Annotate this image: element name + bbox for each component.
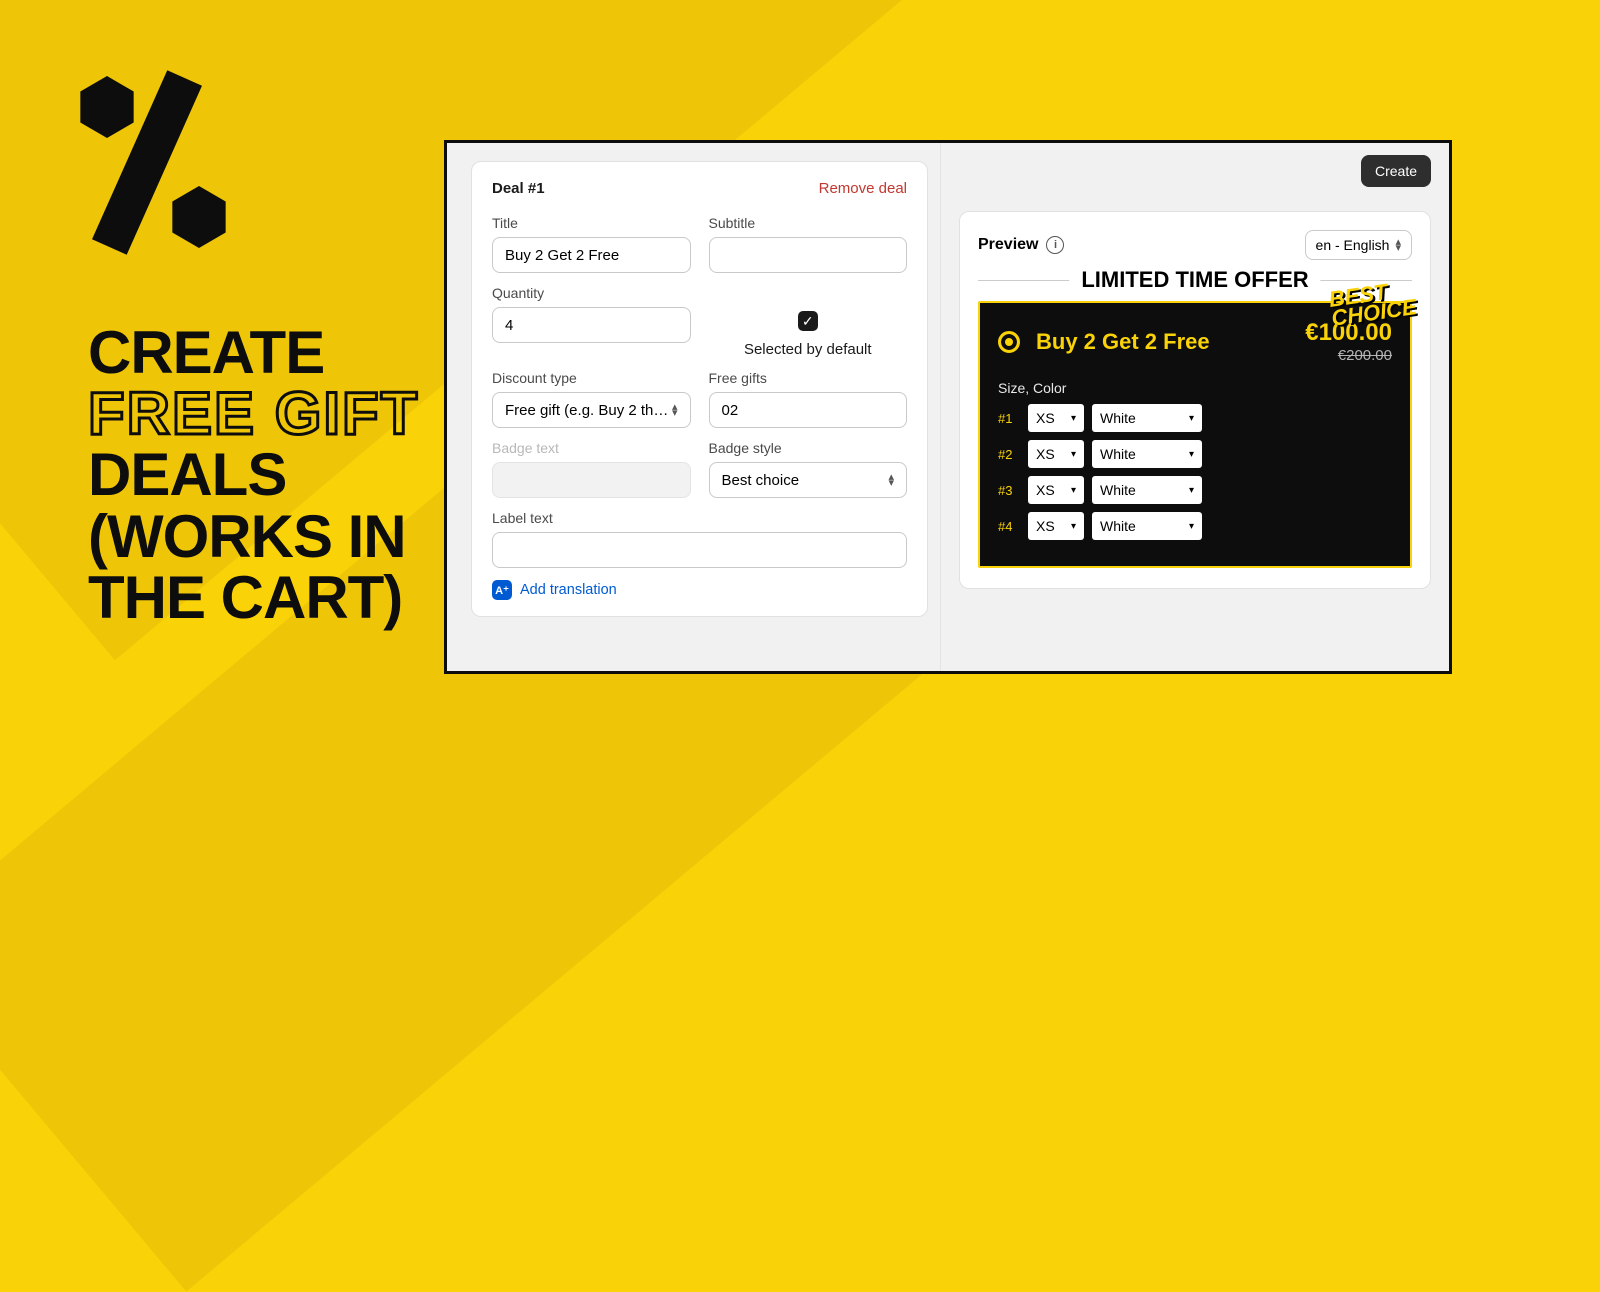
deal-old-price: €200.00 xyxy=(1305,347,1392,364)
updown-icon: ▴▾ xyxy=(888,474,894,486)
caret-down-icon: ▾ xyxy=(1071,485,1076,496)
caret-down-icon: ▾ xyxy=(1189,449,1194,460)
size-select[interactable]: XS▾ xyxy=(1028,440,1084,468)
deal-form-panel: Deal #1 Remove deal Title Subtitle Quant… xyxy=(447,143,941,671)
size-select[interactable]: XS▾ xyxy=(1028,404,1084,432)
variant-row: #3 XS▾ White▾ xyxy=(998,476,1392,504)
add-translation-link[interactable]: A⁺ Add translation xyxy=(492,580,907,600)
label-text-label: Label text xyxy=(492,510,907,526)
subtitle-label: Subtitle xyxy=(709,215,908,231)
variant-number: #2 xyxy=(998,447,1020,462)
caret-down-icon: ▾ xyxy=(1189,521,1194,532)
badge-style-select[interactable]: Best choice ▴▾ xyxy=(709,462,908,498)
selected-default-label: Selected by default xyxy=(744,341,872,358)
color-select[interactable]: White▾ xyxy=(1092,404,1202,432)
color-select[interactable]: White▾ xyxy=(1092,476,1202,504)
deal-card: Deal #1 Remove deal Title Subtitle Quant… xyxy=(471,161,928,617)
free-gifts-label: Free gifts xyxy=(709,370,908,386)
deal-radio[interactable] xyxy=(998,331,1020,353)
variant-row: #1 XS▾ White▾ xyxy=(998,404,1392,432)
percent-logo xyxy=(76,76,236,256)
variant-row: #2 XS▾ White▾ xyxy=(998,440,1392,468)
deal-card-title: Deal #1 xyxy=(492,180,545,197)
updown-icon: ▴▾ xyxy=(1395,239,1401,251)
caret-down-icon: ▾ xyxy=(1189,485,1194,496)
title-label: Title xyxy=(492,215,691,231)
preview-title: Preview xyxy=(978,236,1038,254)
quantity-input[interactable] xyxy=(492,307,691,343)
caret-down-icon: ▾ xyxy=(1071,449,1076,460)
color-select[interactable]: White▾ xyxy=(1092,440,1202,468)
language-select[interactable]: en - English ▴▾ xyxy=(1305,230,1412,260)
variant-header: Size, Color xyxy=(998,380,1392,396)
offer-box[interactable]: BESTCHOICE Buy 2 Get 2 Free €100.00 €200… xyxy=(978,301,1412,568)
offer-heading: LIMITED TIME OFFER xyxy=(1069,267,1320,293)
badge-text-input xyxy=(492,462,691,498)
label-text-input[interactable] xyxy=(492,532,907,568)
free-gifts-input[interactable] xyxy=(709,392,908,428)
badge-text-label: Badge text xyxy=(492,440,691,456)
caret-down-icon: ▾ xyxy=(1071,521,1076,532)
info-icon[interactable]: i xyxy=(1046,236,1064,254)
variant-number: #1 xyxy=(998,411,1020,426)
size-select[interactable]: XS▾ xyxy=(1028,476,1084,504)
caret-down-icon: ▾ xyxy=(1189,413,1194,424)
color-select[interactable]: White▾ xyxy=(1092,512,1202,540)
preview-panel: Create Preview i en - English ▴▾ LIMITED… xyxy=(941,143,1449,671)
badge-style-label: Badge style xyxy=(709,440,908,456)
app-window: Deal #1 Remove deal Title Subtitle Quant… xyxy=(444,140,1452,674)
variant-number: #4 xyxy=(998,519,1020,534)
variant-number: #3 xyxy=(998,483,1020,498)
quantity-label: Quantity xyxy=(492,285,691,301)
remove-deal-link[interactable]: Remove deal xyxy=(819,180,907,197)
selected-default-checkbox[interactable]: ✓ xyxy=(798,311,818,331)
discount-type-select[interactable]: Free gift (e.g. Buy 2 th… ▴▾ xyxy=(492,392,691,428)
size-select[interactable]: XS▾ xyxy=(1028,512,1084,540)
subtitle-input[interactable] xyxy=(709,237,908,273)
title-input[interactable] xyxy=(492,237,691,273)
best-choice-badge: BESTCHOICE xyxy=(1328,279,1418,328)
caret-down-icon: ▾ xyxy=(1071,413,1076,424)
variant-row: #4 XS▾ White▾ xyxy=(998,512,1392,540)
updown-icon: ▴▾ xyxy=(672,404,678,416)
translate-icon: A⁺ xyxy=(492,580,512,600)
discount-type-label: Discount type xyxy=(492,370,691,386)
deal-name: Buy 2 Get 2 Free xyxy=(1036,329,1210,355)
hero-headline: CREATE FREE GIFT DEALS (WORKS IN THE CAR… xyxy=(88,322,419,628)
create-button[interactable]: Create xyxy=(1361,155,1431,187)
